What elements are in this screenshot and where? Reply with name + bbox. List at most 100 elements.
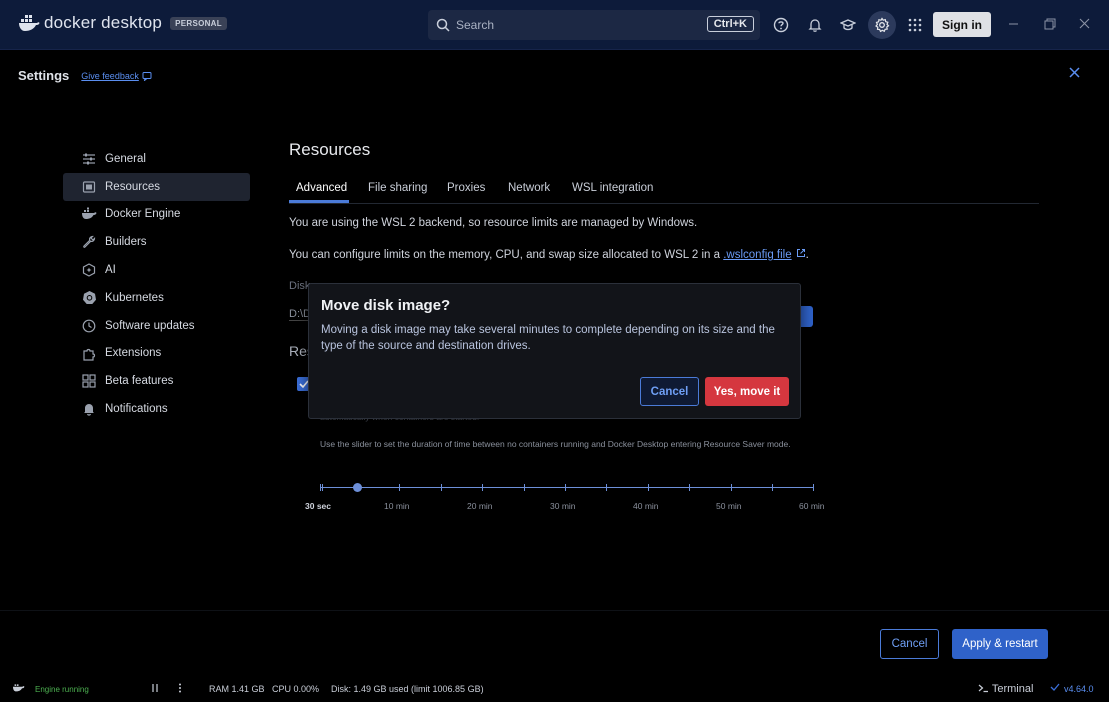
more-vert-icon — [179, 683, 181, 693]
sidebar-item-label: Resources — [105, 180, 160, 193]
whale-icon — [81, 206, 97, 222]
wslconfig-suffix: . — [805, 249, 809, 261]
sidebar-item-ai[interactable]: AI — [63, 256, 250, 284]
plan-badge: PERSONAL — [170, 16, 227, 30]
bell-icon — [81, 401, 97, 417]
update-check-icon — [1050, 682, 1060, 694]
wrench-icon — [81, 234, 97, 250]
disk-usage: Disk: 1.49 GB used (limit 1006.85 GB) — [331, 684, 484, 694]
puzzle-icon — [81, 345, 97, 361]
slider-tick — [813, 484, 814, 491]
status-bar: Engine running RAM 1.41 GB CPU 0.00% Dis… — [0, 677, 1109, 702]
wslconfig-link-label: .wslconfig file — [723, 249, 792, 261]
apps-grid-button[interactable] — [903, 13, 927, 37]
kubernetes-icon — [81, 290, 97, 306]
minimize-icon — [1009, 23, 1018, 25]
slider-tick — [320, 484, 321, 491]
engine-whale-icon — [12, 682, 25, 695]
sidebar-item-kubernetes[interactable]: Kubernetes — [63, 284, 250, 312]
clock-icon — [81, 318, 97, 334]
dialog-confirm-button[interactable]: Yes, move it — [705, 377, 789, 406]
restore-button[interactable] — [1042, 16, 1058, 32]
slider-tick — [524, 484, 525, 491]
slider-label: 30 min — [550, 501, 576, 511]
settings-footer — [0, 610, 1109, 676]
graduation-cap-icon — [840, 19, 856, 31]
slider-track — [320, 487, 814, 488]
dialog-title: Move disk image? — [321, 297, 451, 314]
app-name: docker desktop — [44, 13, 163, 32]
tab-advanced[interactable]: Advanced — [296, 182, 347, 194]
give-feedback-link[interactable]: Give feedback — [81, 71, 152, 81]
close-settings-button[interactable] — [1067, 65, 1083, 81]
feedback-label: Give feedback — [81, 70, 139, 81]
slider-tick — [689, 484, 690, 491]
sidebar-item-notifications[interactable]: Notifications — [63, 395, 250, 423]
slider-label: 50 min — [716, 501, 742, 511]
sidebar-item-label: Kubernetes — [105, 291, 164, 304]
move-disk-dialog: Move disk image? Moving a disk image may… — [308, 283, 801, 419]
terminal-button[interactable]: Terminal — [978, 683, 1033, 695]
close-window-button[interactable] — [1077, 16, 1093, 32]
resource-saver-slider[interactable] — [320, 482, 815, 494]
browse-button[interactable] — [799, 306, 813, 327]
settings-sidebar: General Resources Docker Engine Builders… — [63, 145, 250, 423]
learning-center-button[interactable] — [836, 13, 860, 37]
sidebar-item-general[interactable]: General — [63, 145, 250, 173]
tab-wsl-integration[interactable]: WSL integration — [572, 182, 653, 194]
cancel-button[interactable]: Cancel — [880, 629, 939, 659]
docker-logo[interactable]: docker desktop PERSONAL — [18, 13, 227, 33]
restore-icon — [1044, 18, 1056, 30]
wslconfig-info: You can configure limits on the memory, … — [289, 248, 809, 261]
more-options-button[interactable] — [175, 683, 185, 695]
sign-in-button[interactable]: Sign in — [933, 12, 991, 37]
slider-tick — [441, 484, 442, 491]
title-bar: docker desktop PERSONAL Search Ctrl+K Si… — [0, 0, 1109, 50]
apps-grid-icon — [908, 18, 922, 32]
sidebar-item-software-updates[interactable]: Software updates — [63, 312, 250, 340]
slider-labels: 30 sec 10 min 20 min 30 min 40 min 50 mi… — [289, 501, 849, 515]
slider-tick — [482, 484, 483, 491]
section-title: Resources — [289, 140, 371, 159]
sidebar-item-beta-features[interactable]: Beta features — [63, 367, 250, 395]
settings-button[interactable] — [868, 11, 896, 39]
pause-icon — [152, 684, 158, 692]
minimize-button[interactable] — [1006, 16, 1022, 32]
slider-tick — [648, 484, 649, 491]
help-button[interactable] — [769, 13, 793, 37]
version-label[interactable]: v4.64.0 — [1064, 684, 1094, 694]
slider-label: 40 min — [633, 501, 659, 511]
search-shortcut: Ctrl+K — [706, 16, 754, 32]
sidebar-item-label: AI — [105, 264, 116, 277]
wslconfig-link[interactable]: .wslconfig file — [723, 249, 805, 261]
apply-restart-button[interactable]: Apply & restart — [952, 629, 1048, 659]
sidebar-item-label: General — [105, 152, 146, 165]
search-bar[interactable]: Search Ctrl+K — [428, 10, 760, 40]
tab-network[interactable]: Network — [508, 182, 550, 194]
sidebar-item-label: Builders — [105, 236, 147, 249]
sidebar-item-label: Software updates — [105, 319, 195, 332]
pause-engine-button[interactable] — [150, 683, 160, 695]
sidebar-item-label: Notifications — [105, 403, 168, 416]
resources-icon — [81, 179, 97, 195]
search-icon — [436, 18, 450, 32]
search-placeholder: Search — [456, 18, 495, 32]
sidebar-item-builders[interactable]: Builders — [63, 228, 250, 256]
slider-tick — [565, 484, 566, 491]
resources-panel: Resources Advanced File sharing Proxies … — [289, 140, 1039, 511]
slider-thumb[interactable] — [353, 483, 362, 492]
ram-usage: RAM 1.41 GB — [209, 684, 265, 694]
engine-status: Engine running — [35, 685, 89, 694]
tab-file-sharing[interactable]: File sharing — [368, 182, 427, 194]
external-link-icon — [796, 249, 805, 257]
feedback-icon — [142, 71, 152, 81]
notifications-button[interactable] — [803, 13, 827, 37]
grid-icon — [81, 373, 97, 389]
sidebar-item-extensions[interactable]: Extensions — [63, 340, 250, 368]
sidebar-item-docker-engine[interactable]: Docker Engine — [63, 201, 250, 229]
slider-tick — [606, 484, 607, 491]
sidebar-item-resources[interactable]: Resources — [63, 172, 250, 201]
tab-proxies[interactable]: Proxies — [447, 182, 485, 194]
sidebar-item-label: Docker Engine — [105, 208, 181, 221]
dialog-cancel-button[interactable]: Cancel — [640, 377, 699, 406]
